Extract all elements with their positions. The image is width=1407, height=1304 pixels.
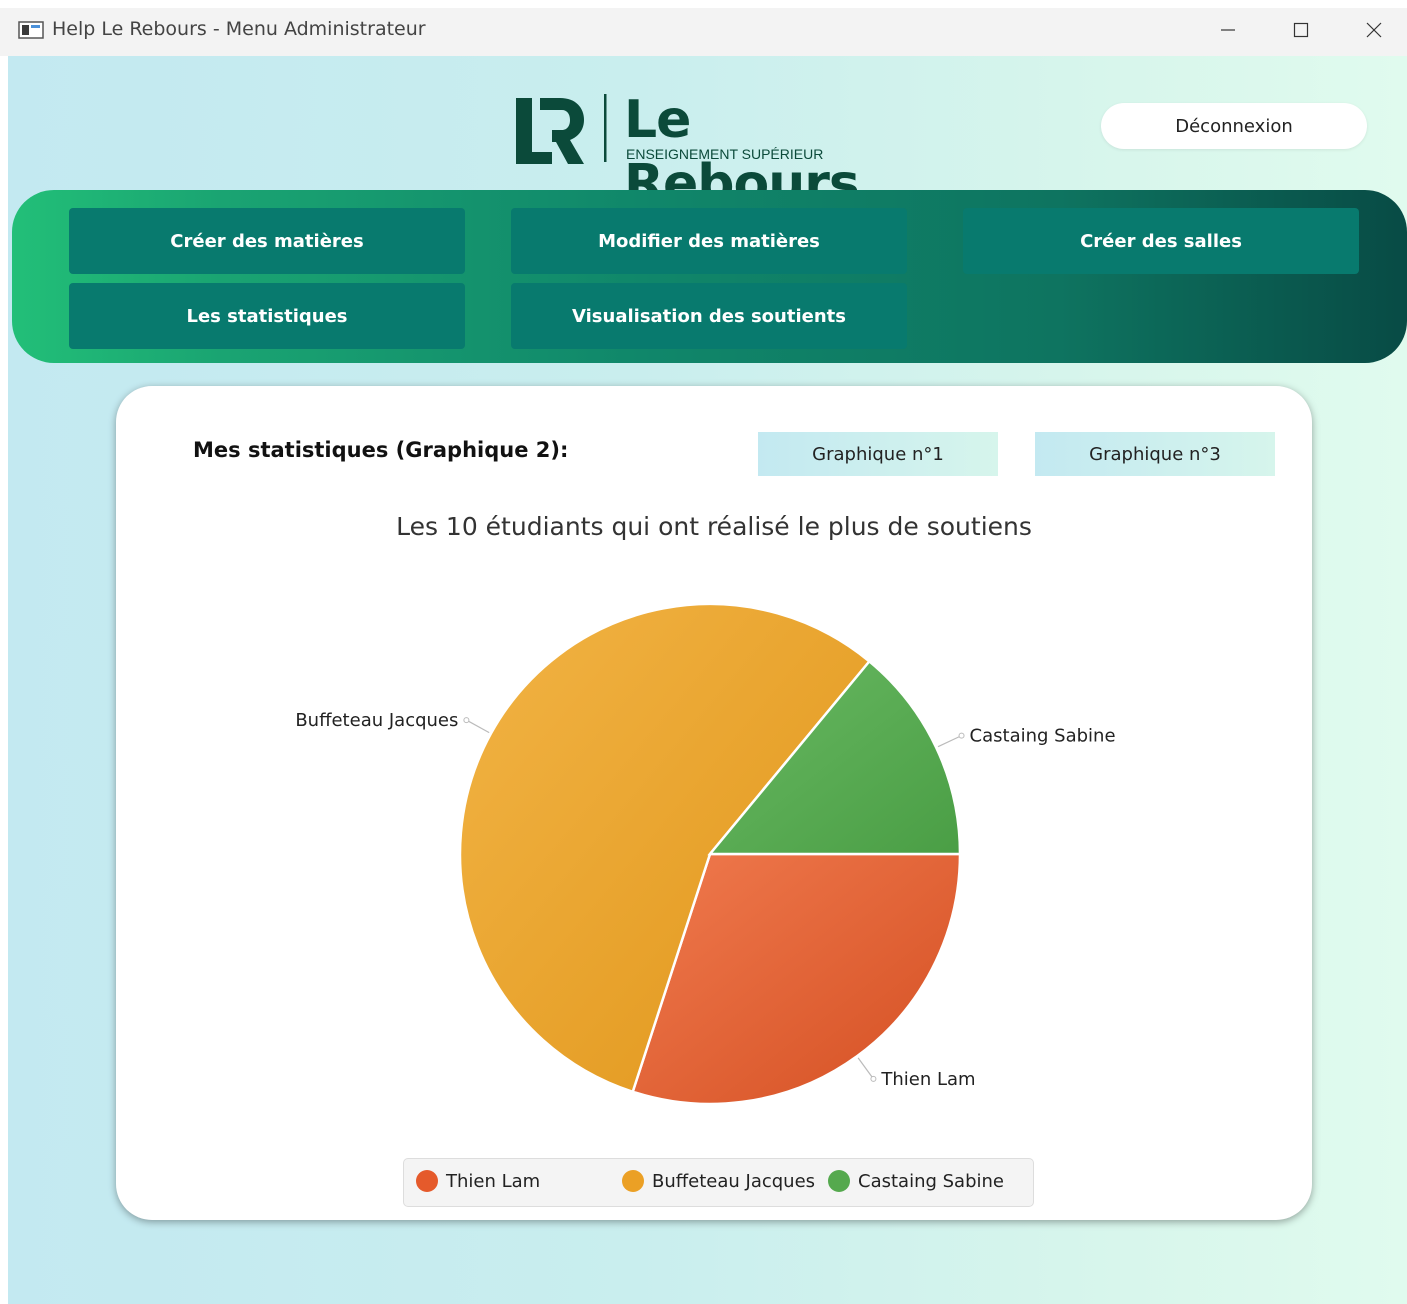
legend-swatch: [416, 1170, 438, 1192]
nav-create-subjects-button[interactable]: Créer des matières: [69, 208, 465, 274]
app-content: Le Rebours ENSEIGNEMENT SUPÉRIEUR Déconn…: [8, 56, 1407, 1304]
logo-subtitle: ENSEIGNEMENT SUPÉRIEUR: [626, 146, 824, 162]
legend-item: Buffeteau Jacques: [622, 1170, 815, 1192]
pie-chart: Thien Lam Buffeteau Jacques Castaing Sabin…: [295, 602, 1116, 1106]
nav-statistics-button[interactable]: Les statistiques: [69, 283, 465, 349]
main-navbar: Créer des matières Modifier des matières…: [12, 190, 1407, 363]
legend-label: Thien Lam: [446, 1170, 541, 1192]
pie-slice-label: Buffeteau Jacques: [295, 710, 458, 731]
legend-swatch: [622, 1170, 644, 1192]
window-titlebar: Help Le Rebours - Menu Administrateur: [0, 0, 1407, 56]
legend-item: Thien Lam: [416, 1170, 540, 1192]
minimize-button[interactable]: [1205, 12, 1251, 48]
pie-slice-label: Thien Lam: [880, 1069, 975, 1090]
close-icon: [1366, 22, 1382, 38]
chart-legend: Thien Lam Buffeteau Jacques Castaing Sab…: [403, 1158, 1034, 1207]
pie-leader-line: [937, 735, 962, 748]
nav-edit-subjects-button[interactable]: Modifier des matières: [511, 208, 907, 274]
logo-mark-icon: [516, 94, 607, 164]
window-title: Help Le Rebours - Menu Administrateur: [52, 18, 426, 40]
minimize-icon: [1221, 29, 1235, 31]
maximize-icon: [1293, 22, 1309, 38]
logout-button[interactable]: Déconnexion: [1101, 103, 1367, 149]
pie-leader-line: [857, 1057, 874, 1080]
app-window-icon: [18, 21, 44, 39]
nav-support-view-button[interactable]: Visualisation des soutients: [511, 283, 907, 349]
pie-leader-dot: [958, 732, 965, 739]
legend-item: Castaing Sabine: [828, 1170, 1004, 1192]
pie-leader-dot: [870, 1075, 877, 1082]
logo: Le Rebours ENSEIGNEMENT SUPÉRIEUR: [512, 88, 912, 214]
legend-swatch: [828, 1170, 850, 1192]
pie-leader-line: [466, 719, 490, 734]
maximize-button[interactable]: [1278, 12, 1324, 48]
pie-slice-label: Castaing Sabine: [970, 726, 1116, 747]
legend-label: Castaing Sabine: [858, 1170, 1004, 1192]
legend-label: Buffeteau Jacques: [652, 1170, 816, 1192]
pie-leader-dot: [463, 717, 470, 724]
statistics-card: Mes statistiques (Graphique 2): Graphiqu…: [116, 386, 1312, 1220]
nav-create-rooms-button[interactable]: Créer des salles: [963, 208, 1359, 274]
close-button[interactable]: [1351, 12, 1397, 48]
